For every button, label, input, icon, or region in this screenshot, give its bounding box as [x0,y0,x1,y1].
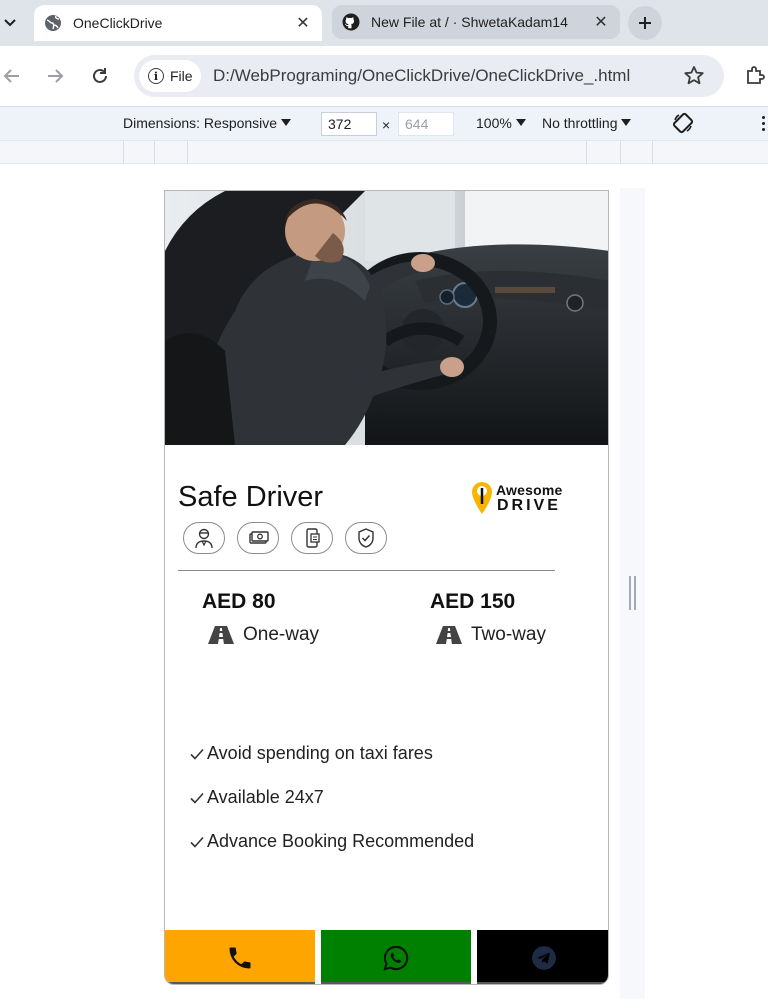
extensions-puzzle-icon[interactable] [745,64,767,86]
telegram-icon [531,946,556,970]
dimension-separator: × [382,117,391,133]
close-tab-icon[interactable]: ✕ [592,13,610,31]
telegram-button[interactable] [477,930,608,984]
caret-down-icon [281,119,292,126]
road-icon [208,626,234,644]
dimensions-label: Dimensions: Responsive [123,115,278,131]
benefit-text: Advance Booking Recommended [207,831,475,851]
address-bar[interactable]: i File D:/WebPrograming/OneClickDrive/On… [134,55,724,97]
resize-handle[interactable] [629,576,637,610]
ruler-mark [123,141,124,165]
price-two-way: AED 150 [430,590,516,613]
mobile-booking-icon [291,522,333,554]
ruler-mark [187,141,188,165]
browser-window: OneClickDrive ✕ New File at / · ShwetaKa… [0,0,768,999]
new-tab-button[interactable] [628,6,662,40]
throttling-dropdown[interactable]: No throttling [542,115,632,131]
ruler-mark [154,141,155,165]
ruler-mark [586,141,587,165]
list-item: Advance Booking Recommended [189,831,474,852]
cash-icon [237,522,279,554]
ruler-mark [620,141,621,165]
height-input[interactable]: 644 [398,112,454,136]
tab-oneclickdrive[interactable]: OneClickDrive ✕ [34,5,322,41]
hero-image [165,191,608,445]
driver-card: Safe Driver Awesome DRIVE AED 80 One-way… [164,190,609,985]
awesome-drive-logo: Awesome DRIVE [470,480,580,520]
section-divider [178,570,555,571]
github-icon [342,13,360,31]
trip-type-label: One-way [243,624,320,645]
close-tab-icon[interactable]: ✕ [294,14,312,32]
trip-type-one-way: One-way [208,622,319,648]
checkmark-icon [190,836,204,848]
road-icon [436,626,462,644]
checkmark-icon [190,792,204,804]
ruler-mark [652,141,653,165]
logo-word-2: DRIVE [497,497,561,514]
forward-arrow-icon[interactable] [43,64,67,88]
logo-word-1: Awesome [496,482,563,498]
trip-type-two-way: Two-way [436,622,546,648]
phone-icon [229,947,251,969]
button-underline [321,982,471,984]
button-underline [477,982,608,984]
globe-icon [44,14,62,32]
tab-github-new-file[interactable]: New File at / · ShwetaKadam14 ✕ [332,5,620,39]
tab-search-chevron-icon[interactable] [0,10,20,36]
device-frame: Safe Driver Awesome DRIVE AED 80 One-way… [153,188,645,999]
zoom-label: 100% [476,115,512,131]
button-underline [165,982,315,984]
device-toolbar: Dimensions: Responsive 372 × 644 100% No… [0,106,768,140]
width-input[interactable]: 372 [321,112,377,136]
throttling-label: No throttling [542,115,618,131]
service-title: Safe Driver [178,481,324,513]
trip-type-label: Two-way [471,624,546,645]
caret-down-icon [621,119,632,126]
reload-icon[interactable] [88,64,112,88]
tab-title: OneClickDrive [73,15,163,31]
benefit-text: Available 24x7 [207,787,324,807]
list-item: Available 24x7 [189,787,324,808]
tab-title: New File at / · ShwetaKadam14 [371,14,568,30]
url-text[interactable]: D:/WebPrograming/OneClickDrive/OneClickD… [213,66,630,86]
price-one-way: AED 80 [202,590,276,613]
driver-icon [183,522,225,554]
media-query-ruler [0,140,768,165]
scheme-label: File [170,68,193,84]
caret-down-icon [515,119,526,126]
tab-strip: OneClickDrive ✕ New File at / · ShwetaKa… [0,0,768,46]
whatsapp-button[interactable] [321,930,471,984]
browser-toolbar: i File D:/WebPrograming/OneClickDrive/On… [0,46,768,106]
benefit-text: Avoid spending on taxi fares [207,743,433,763]
bookmark-star-icon[interactable] [682,64,706,88]
zoom-dropdown[interactable]: 100% [476,115,526,131]
call-button[interactable] [165,930,315,984]
checkmark-icon [190,748,204,760]
more-options-icon[interactable] [762,116,766,134]
whatsapp-icon [383,945,409,971]
dimensions-dropdown[interactable]: Dimensions: Responsive [123,115,292,131]
list-item: Avoid spending on taxi fares [189,743,433,764]
site-info-chip[interactable]: i File [139,60,201,92]
page-content: Safe Driver Awesome DRIVE AED 80 One-way… [153,188,620,999]
back-arrow-icon[interactable] [0,64,24,88]
rotate-icon[interactable] [671,111,695,135]
info-icon: i [148,68,164,84]
shield-check-icon [345,522,387,554]
